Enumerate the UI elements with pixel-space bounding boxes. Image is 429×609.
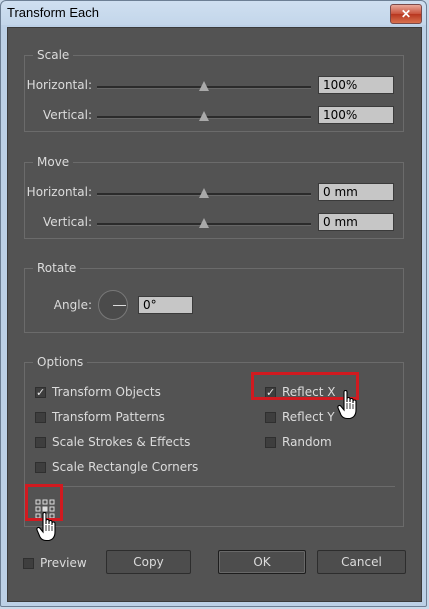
move-vertical-field[interactable]: 0 mm (318, 213, 394, 231)
preview-label: Preview (40, 556, 87, 570)
checkbox-box[interactable] (35, 461, 46, 473)
move-vertical-label: Vertical: (43, 215, 92, 229)
hand-cursor-icon (36, 512, 56, 542)
angle-label: Angle: (53, 298, 92, 312)
move-horizontal-slider[interactable] (97, 188, 311, 199)
ok-button[interactable]: OK (218, 550, 306, 574)
scale-corners-label: Scale Rectangle Corners (52, 460, 199, 474)
checkbox-box[interactable] (23, 557, 34, 569)
reflect-y-checkbox[interactable]: Reflect Y (265, 410, 335, 424)
checkbox-box[interactable] (265, 436, 276, 448)
slider-thumb[interactable] (199, 188, 209, 198)
checkbox-box[interactable] (35, 436, 46, 448)
options-divider (33, 486, 395, 487)
transform-each-dialog: Transform Each ✕ Scale Horizontal: 100% … (0, 0, 427, 607)
scale-horizontal-field[interactable]: 100% (318, 76, 394, 94)
angle-dial[interactable] (98, 290, 128, 320)
hand-cursor-icon (337, 390, 357, 420)
close-button[interactable]: ✕ (390, 4, 422, 24)
move-vertical-slider[interactable] (97, 218, 311, 229)
move-horizontal-field[interactable]: 0 mm (318, 183, 394, 201)
transform-patterns-checkbox[interactable]: Transform Patterns (35, 410, 165, 424)
scale-vertical-slider[interactable] (97, 111, 311, 122)
scale-strokes-checkbox[interactable]: Scale Strokes & Effects (35, 435, 190, 449)
checkbox-box[interactable] (35, 411, 46, 423)
random-label: Random (282, 435, 332, 449)
move-horizontal-label: Horizontal: (26, 185, 92, 199)
rotate-legend: Rotate (37, 261, 77, 275)
cancel-button[interactable]: Cancel (317, 550, 406, 574)
checkbox-box[interactable]: ✓ (35, 386, 46, 398)
scale-vertical-field[interactable]: 100% (318, 106, 394, 124)
scale-strokes-label: Scale Strokes & Effects (52, 435, 191, 449)
slider-thumb[interactable] (199, 111, 209, 121)
preview-checkbox[interactable]: Preview (23, 556, 87, 570)
copy-button[interactable]: Copy (106, 550, 191, 574)
move-group: Move Horizontal: 0 mm Vertical: 0 mm (24, 155, 404, 239)
scale-group: Scale Horizontal: 100% Vertical: 100% (24, 48, 404, 132)
random-checkbox[interactable]: Random (265, 435, 332, 449)
scale-horizontal-label: Horizontal: (26, 78, 92, 92)
rotate-group: Rotate Angle: 0° (24, 261, 404, 333)
window-title: Transform Each (7, 5, 99, 20)
transform-patterns-label: Transform Patterns (52, 410, 165, 424)
scale-horizontal-slider[interactable] (97, 81, 311, 92)
transform-objects-label: Transform Objects (52, 385, 161, 399)
transform-objects-checkbox[interactable]: ✓ Transform Objects (35, 385, 161, 399)
close-icon: ✕ (400, 7, 412, 21)
checkbox-box[interactable] (265, 411, 276, 423)
slider-thumb[interactable] (199, 81, 209, 91)
reflect-y-label: Reflect Y (282, 410, 335, 424)
scale-legend: Scale (37, 48, 70, 62)
angle-dial-needle (113, 305, 126, 306)
title-bar[interactable]: Transform Each ✕ (1, 1, 428, 25)
scale-vertical-label: Vertical: (43, 108, 92, 122)
options-legend: Options (37, 355, 84, 369)
move-legend: Move (37, 155, 70, 169)
slider-thumb[interactable] (199, 218, 209, 228)
angle-field[interactable]: 0° (138, 296, 193, 314)
scale-corners-checkbox[interactable]: Scale Rectangle Corners (35, 460, 198, 474)
dialog-body: Scale Horizontal: 100% Vertical: 100% Mo… (7, 27, 422, 602)
